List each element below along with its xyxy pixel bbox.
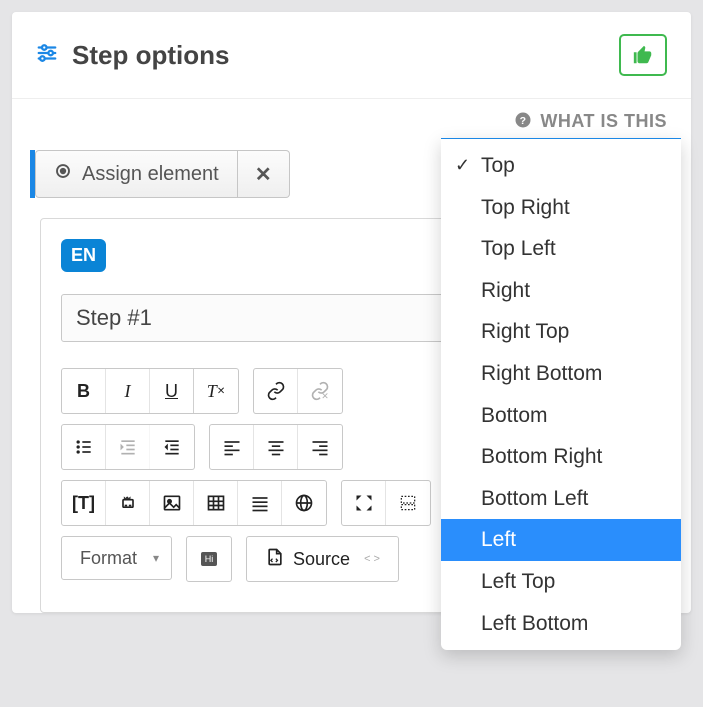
link-button[interactable] [254,369,298,413]
indent-button[interactable] [150,425,194,469]
language-badge[interactable]: EN [61,239,106,272]
outdent-button[interactable] [106,425,150,469]
close-icon: ✕ [255,162,272,187]
help-icon: ? [514,111,532,134]
position-option[interactable]: Left Bottom [441,603,681,645]
position-option[interactable]: Top Right [441,187,681,229]
assign-element-group: Assign element ✕ [30,150,290,198]
table-button[interactable] [194,481,238,525]
position-option[interactable]: Bottom Left [441,478,681,520]
align-right-button[interactable] [298,425,342,469]
position-option[interactable]: Right Bottom [441,353,681,395]
position-option[interactable]: Left Top [441,561,681,603]
align-left-button[interactable] [210,425,254,469]
what-is-this-link[interactable]: ? WHAT IS THIS [12,99,691,142]
italic-button[interactable]: I [106,369,150,413]
align-center-button[interactable] [254,425,298,469]
justify-button[interactable] [238,481,282,525]
target-icon [54,162,72,186]
image-button[interactable] [150,481,194,525]
format-select[interactable]: Format [61,536,172,580]
underline-button[interactable]: U [150,369,194,413]
globe-button[interactable] [282,481,326,525]
bullet-list-button[interactable] [62,425,106,469]
position-option[interactable]: Bottom Right [441,436,681,478]
source-icon [265,547,285,572]
blocks-button[interactable] [386,481,430,525]
svg-text:?: ? [520,115,527,127]
source-button[interactable]: Source < > [247,537,398,581]
position-option[interactable]: Bottom [441,395,681,437]
check-icon: ✓ [455,151,481,180]
panel-header: Step options [12,12,691,99]
maximize-button[interactable] [342,481,386,525]
clear-assign-button[interactable]: ✕ [238,150,290,198]
assign-element-button[interactable]: Assign element [35,150,238,198]
position-option[interactable]: ✓Top [441,145,681,187]
position-option[interactable]: Right [441,270,681,312]
highlight-button[interactable]: Hi [187,537,231,581]
clear-format-button[interactable]: T✕ [194,369,238,413]
position-option[interactable]: Top Left [441,228,681,270]
hi-icon: Hi [201,552,218,566]
textbox-button[interactable]: [T] [62,481,106,525]
position-option[interactable]: Right Top [441,311,681,353]
position-option[interactable]: Left [441,519,681,561]
code-icon: < > [364,553,380,565]
media-button[interactable] [106,481,150,525]
unlink-button[interactable]: ✕ [298,369,342,413]
panel-title: Step options [72,40,619,71]
position-dropdown[interactable]: ✓TopTop RightTop LeftRightRight TopRight… [441,138,681,650]
sliders-icon [36,42,58,69]
thumbs-up-button[interactable] [619,34,667,76]
bold-button[interactable]: B [62,369,106,413]
